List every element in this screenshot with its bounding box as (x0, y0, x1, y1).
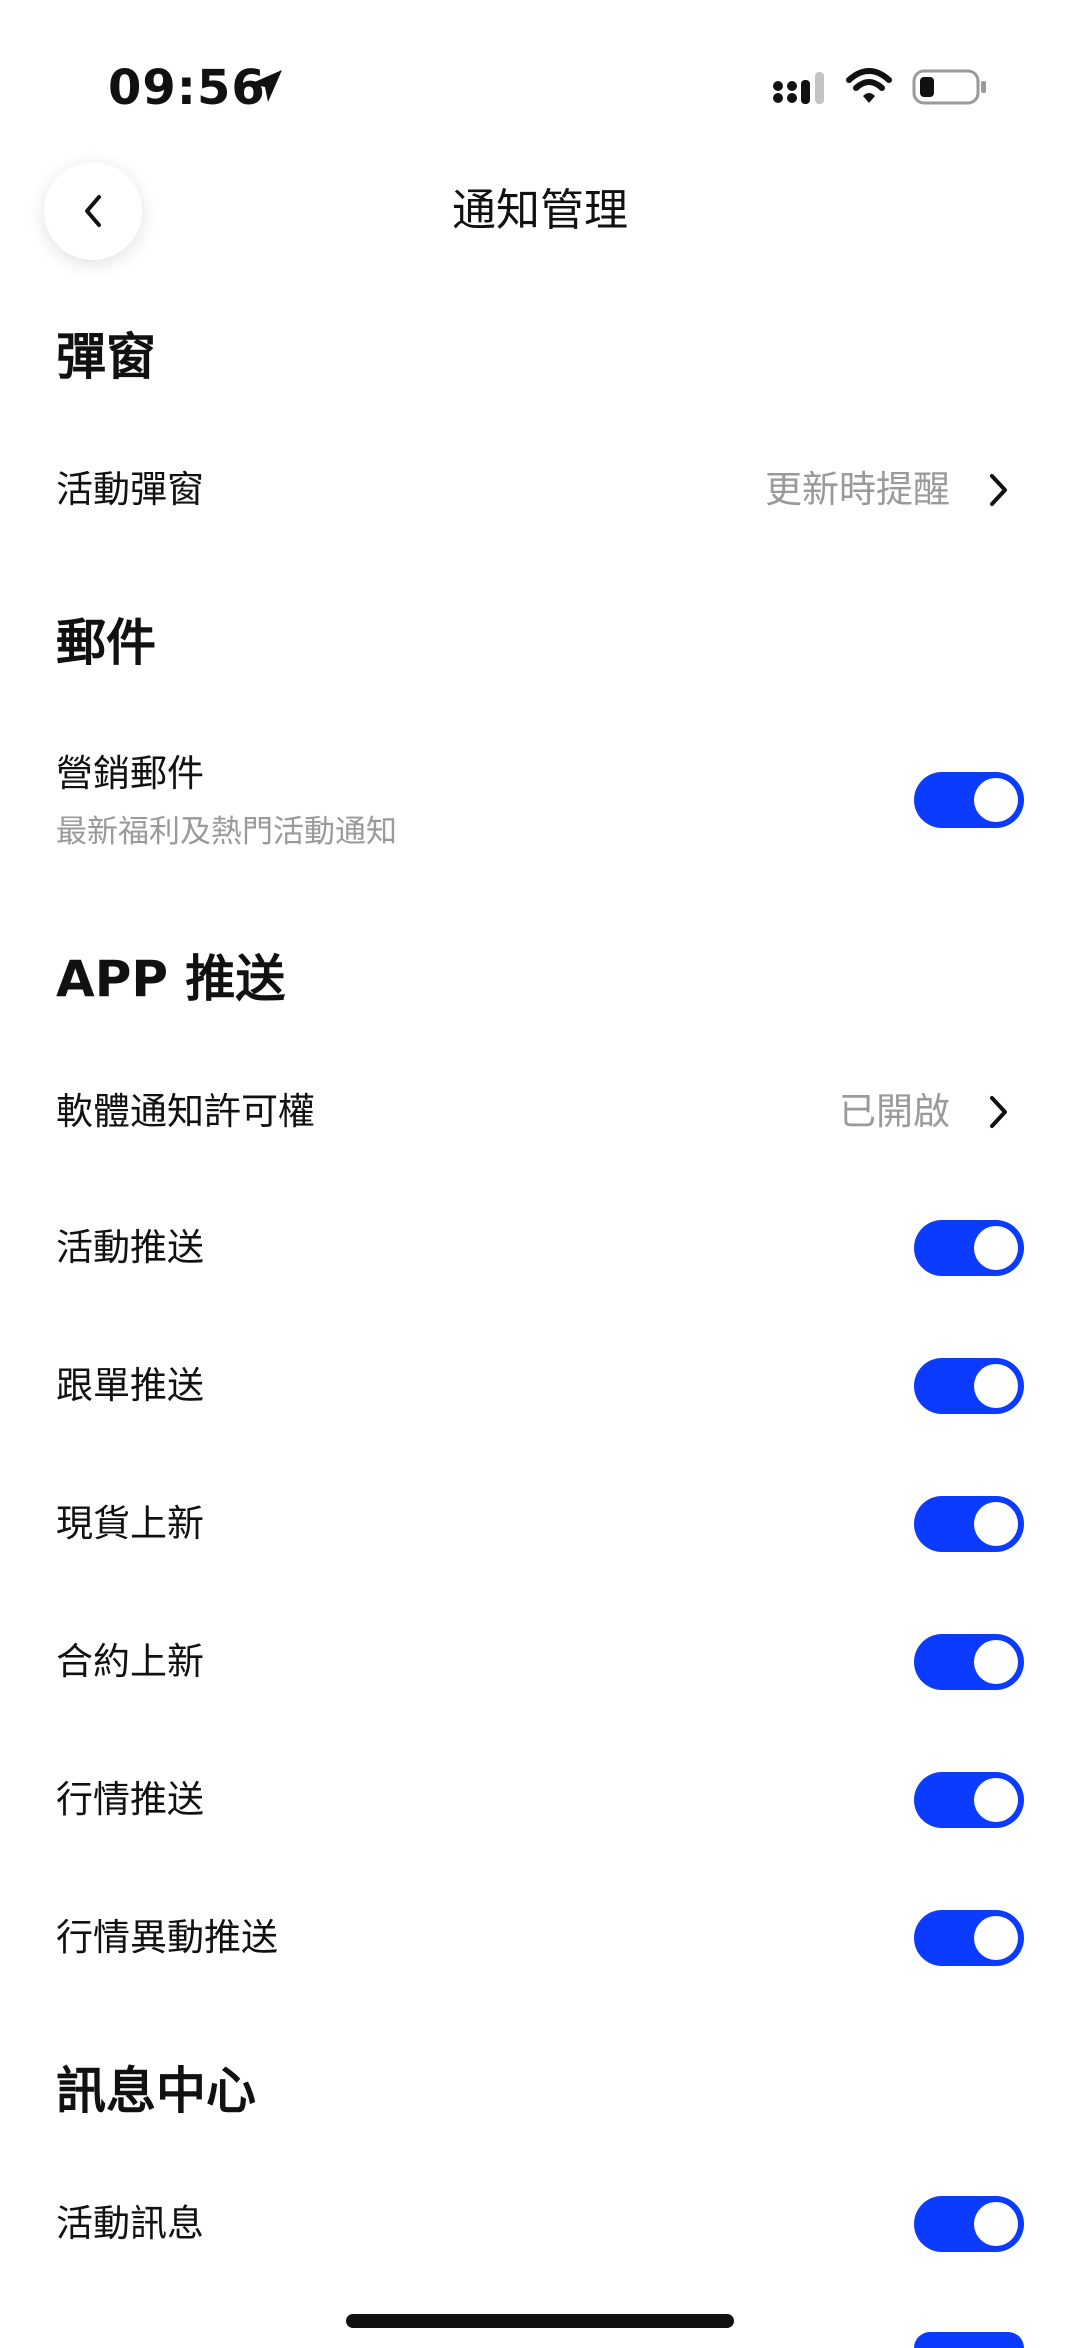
marketing-mail-toggle[interactable] (914, 772, 1024, 828)
futures-listing-label: 合約上新 (56, 1640, 204, 1683)
battery-icon (912, 69, 986, 105)
section-title-mail: 郵件 (56, 614, 156, 672)
copy-trade-push-label: 跟單推送 (56, 1364, 204, 1407)
spot-listing-toggle[interactable] (914, 1496, 1024, 1552)
activity-push-toggle[interactable] (914, 1220, 1024, 1276)
copy-trade-push-toggle[interactable] (914, 1358, 1024, 1414)
market-alert-push-toggle[interactable] (914, 1910, 1024, 1966)
marketing-mail-label: 營銷郵件 (56, 752, 204, 795)
status-time: 09:56 (108, 60, 266, 116)
page-title: 通知管理 (452, 185, 628, 236)
market-push-toggle[interactable] (914, 1772, 1024, 1828)
home-indicator (346, 2314, 734, 2328)
futures-listing-toggle[interactable] (914, 1634, 1024, 1690)
activity-popup-label[interactable]: 活動彈窗 (56, 464, 204, 516)
section-title-app-push: APP 推送 (56, 950, 286, 1008)
chevron-right-icon[interactable] (984, 1092, 1014, 1132)
section-title-popup: 彈窗 (56, 328, 156, 386)
next-row-toggle[interactable] (914, 2332, 1024, 2348)
activity-push-label: 活動推送 (56, 1226, 204, 1269)
marketing-mail-subtitle: 最新福利及熱門活動通知 (56, 814, 397, 850)
chevron-right-icon[interactable] (984, 470, 1014, 510)
activity-message-label: 活動訊息 (56, 2202, 204, 2245)
cellular-signal-icon (773, 72, 824, 104)
activity-popup-value[interactable]: 更新時提醒 (765, 464, 950, 516)
activity-message-toggle[interactable] (914, 2196, 1024, 2252)
notification-permission-label[interactable]: 軟體通知許可權 (56, 1086, 315, 1138)
wifi-icon (846, 68, 892, 103)
market-push-label: 行情推送 (56, 1778, 204, 1821)
section-title-message-center: 訊息中心 (56, 2062, 256, 2120)
spot-listing-label: 現貨上新 (56, 1502, 204, 1545)
market-alert-push-label: 行情異動推送 (56, 1916, 278, 1959)
notification-permission-value[interactable]: 已開啟 (839, 1086, 950, 1138)
location-arrow-icon (250, 70, 282, 102)
